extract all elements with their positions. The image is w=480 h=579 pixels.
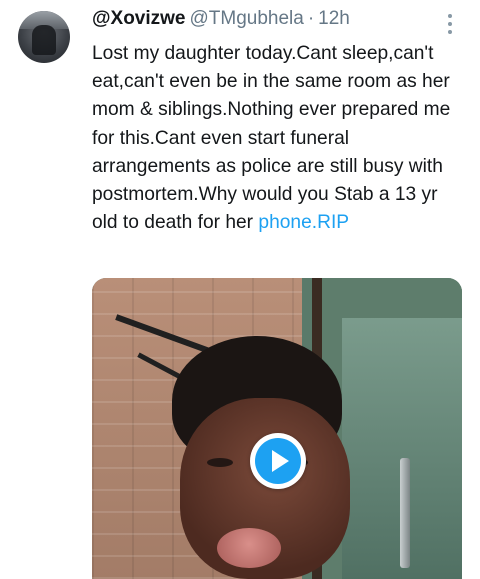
avatar-figure [32, 25, 56, 55]
separator-dot: · [307, 8, 315, 29]
more-dot [448, 14, 452, 18]
more-dot [448, 30, 452, 34]
tweet-header: @Xovizwe @TMgubhela · 12h [92, 8, 350, 34]
more-dot [448, 22, 452, 26]
tweet-body: Lost my daughter today.Cant sleep,can't … [92, 43, 451, 234]
video-thumbnail[interactable] [92, 278, 462, 579]
avatar[interactable] [18, 11, 70, 63]
timestamp[interactable]: 12h [318, 8, 350, 30]
tweet-text: Lost my daughter today.Cant sleep,can't … [92, 40, 462, 237]
user-handle[interactable]: @TMgubhela [190, 8, 304, 30]
play-button[interactable] [250, 433, 306, 489]
eye [207, 458, 233, 467]
play-icon [255, 438, 301, 484]
display-name[interactable]: @Xovizwe [92, 8, 186, 30]
door-handle [400, 458, 410, 568]
tweet-link[interactable]: phone.RIP [258, 212, 349, 233]
more-vertical-icon[interactable] [440, 12, 460, 36]
lips [217, 528, 281, 568]
play-triangle [272, 450, 289, 472]
